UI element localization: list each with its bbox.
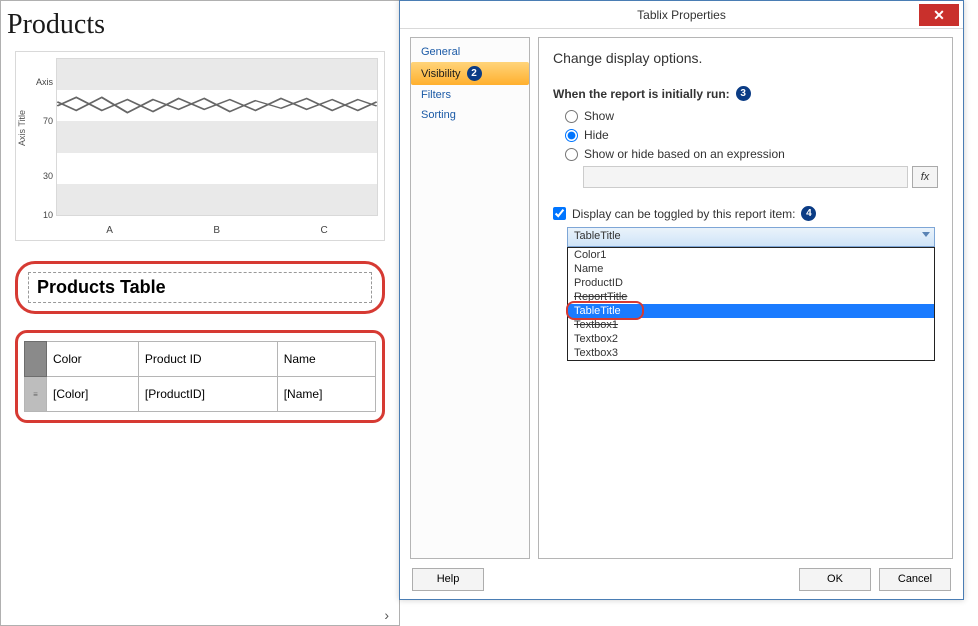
radio-input[interactable] [565, 148, 578, 161]
combo-item[interactable]: Textbox3 [568, 346, 934, 360]
expression-input[interactable] [583, 166, 908, 188]
radio-input[interactable] [565, 129, 578, 142]
nav-general[interactable]: General [411, 42, 529, 62]
y-tick: 30 [29, 171, 53, 181]
y-tick: 10 [29, 210, 53, 220]
table-cell[interactable]: [Color] [47, 377, 139, 412]
column-header[interactable]: Product ID [138, 342, 277, 377]
radio-expression[interactable]: Show or hide based on an expression [565, 147, 938, 161]
combo-item[interactable]: Color1 [568, 248, 934, 262]
dialog-title: Tablix Properties [637, 8, 726, 22]
table-title-textbox[interactable]: Products Table [28, 272, 372, 303]
y-axis-title: Axis Title [17, 110, 27, 146]
radio-hide[interactable]: Hide [565, 128, 938, 142]
radio-label: Show or hide based on an expression [584, 147, 785, 161]
combo-item-selected[interactable]: TableTitle [568, 304, 934, 318]
radio-label: Hide [584, 128, 609, 142]
ok-button[interactable]: OK [799, 568, 871, 591]
combo-value: TableTitle [574, 230, 621, 242]
combo-display[interactable]: TableTitle [567, 227, 935, 247]
page-title: Products [1, 1, 399, 45]
x-tick: C [321, 225, 328, 236]
annotation-badge: 4 [801, 206, 816, 221]
y-tick: 70 [29, 116, 53, 126]
nav-visibility[interactable]: Visibility 2 [411, 62, 529, 85]
content-heading: Change display options. [553, 50, 938, 66]
cancel-button[interactable]: Cancel [879, 568, 951, 591]
toggle-label: Display can be toggled by this report it… [572, 207, 795, 221]
dialog-titlebar[interactable]: Tablix Properties ✕ [400, 1, 963, 29]
x-tick: B [213, 225, 220, 236]
chevron-right-icon[interactable]: › [384, 607, 389, 623]
close-button[interactable]: ✕ [919, 4, 959, 26]
tablix[interactable]: Color Product ID Name ≡ [Color] [Product… [24, 341, 376, 412]
row-handle[interactable]: ≡ [25, 377, 47, 412]
table-cell[interactable]: [ProductID] [138, 377, 277, 412]
column-header[interactable]: Color [47, 342, 139, 377]
table-title-highlight: Products Table [15, 261, 385, 314]
chart: Axis Title 10 30 70 Axis [15, 51, 385, 241]
combo-item[interactable]: ProductID [568, 276, 934, 290]
tablix-highlight: Color Product ID Name ≡ [Color] [Product… [15, 330, 385, 423]
radio-label: Show [584, 109, 614, 123]
chevron-down-icon [922, 232, 930, 237]
report-canvas: Products Axis Title 10 30 70 Axis [0, 0, 400, 626]
nav-sorting[interactable]: Sorting [411, 105, 529, 125]
combo-item[interactable]: Name [568, 262, 934, 276]
combo-item[interactable]: ReportTitle [568, 290, 934, 304]
help-button[interactable]: Help [412, 568, 484, 591]
radio-show[interactable]: Show [565, 109, 938, 123]
dialog-nav: General Visibility 2 Filters Sorting [410, 37, 530, 559]
chart-plot: 10 30 70 Axis [56, 58, 378, 216]
combo-item[interactable]: Textbox2 [568, 332, 934, 346]
annotation-badge: 3 [736, 86, 751, 101]
combo-item[interactable]: Textbox1 [568, 318, 934, 332]
column-header[interactable]: Name [277, 342, 375, 377]
y-tick: Axis [29, 77, 53, 87]
table-cell[interactable]: [Name] [277, 377, 375, 412]
annotation-badge: 2 [467, 66, 482, 81]
nav-label: Visibility [421, 68, 461, 80]
tablix-properties-dialog: Tablix Properties ✕ General Visibility 2… [399, 0, 964, 600]
fx-button[interactable]: fx [912, 166, 938, 188]
close-icon: ✕ [933, 7, 945, 24]
toggle-checkbox[interactable] [553, 207, 566, 220]
toggle-checkbox-row[interactable]: Display can be toggled by this report it… [553, 206, 938, 221]
nav-filters[interactable]: Filters [411, 85, 529, 105]
radio-input[interactable] [565, 110, 578, 123]
dialog-footer: Help OK Cancel [400, 559, 963, 599]
x-tick: A [106, 225, 113, 236]
dialog-content: Change display options. When the report … [538, 37, 953, 559]
when-run-label: When the report is initially run: 3 [553, 86, 938, 101]
toggle-item-combo[interactable]: TableTitle Color1 Name ProductID ReportT… [567, 227, 935, 361]
tablix-corner[interactable] [25, 342, 47, 377]
combo-dropdown: Color1 Name ProductID ReportTitle TableT… [567, 247, 935, 361]
